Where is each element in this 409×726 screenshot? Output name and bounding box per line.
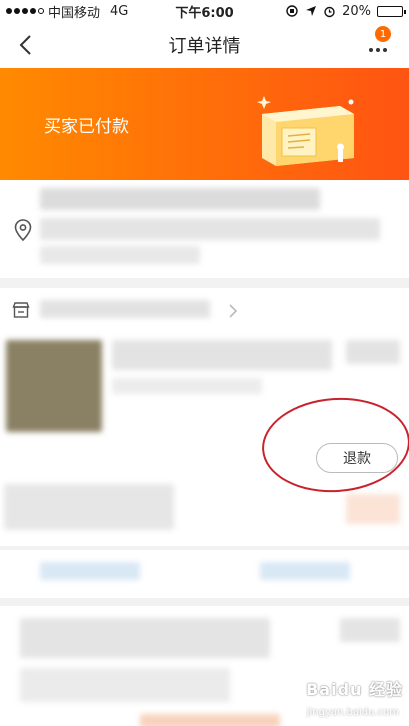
shop-icon	[12, 302, 30, 318]
action-bar-blurred	[140, 714, 280, 726]
carrier-name: 中国移动	[48, 5, 101, 21]
order-info-blurred	[20, 668, 230, 702]
product-price-blurred	[346, 340, 400, 364]
package-box-illustration	[257, 96, 354, 166]
watermark: Baidu 经验	[306, 680, 403, 699]
battery-percent: 20%	[342, 3, 371, 19]
order-info-blurred	[340, 618, 400, 642]
more-icon	[369, 48, 387, 52]
price-info-blurred	[40, 562, 140, 580]
product-spec-blurred	[112, 378, 262, 394]
service-info-blurred	[4, 484, 174, 530]
notification-badge: 1	[375, 26, 391, 42]
status-bar: 中国移动 4G 下午6:00 20%	[0, 0, 409, 22]
order-status-banner: 买家已付款	[0, 68, 409, 180]
shop-name-blurred	[40, 300, 210, 318]
alarm-icon	[324, 6, 335, 17]
location-icon	[14, 219, 32, 241]
address-line-blurred	[40, 246, 200, 264]
chevron-right-icon[interactable]	[228, 304, 238, 318]
nav-bar: 订单详情 1	[0, 22, 409, 68]
more-button[interactable]: 1	[361, 26, 395, 60]
order-status-text: 买家已付款	[44, 116, 129, 137]
price-info-blurred	[260, 562, 350, 580]
recipient-info-blurred	[40, 188, 320, 210]
back-button[interactable]	[10, 30, 40, 60]
address-line-blurred	[40, 218, 380, 240]
network-type: 4G	[110, 3, 129, 19]
price-info-strip	[0, 550, 409, 598]
signal-strength-icon	[6, 8, 44, 14]
back-icon	[19, 35, 31, 55]
order-info-blurred	[20, 618, 270, 658]
address-card[interactable]	[0, 180, 409, 278]
service-tag-blurred	[346, 494, 400, 524]
watermark-url: jingyan.baidu.com	[306, 707, 399, 718]
status-right-group: 20%	[285, 3, 406, 19]
orientation-lock-icon	[286, 5, 298, 17]
product-title-blurred	[112, 340, 332, 370]
product-image-blurred[interactable]	[6, 340, 102, 432]
battery-icon	[377, 5, 406, 17]
page-title: 订单详情	[168, 36, 241, 57]
location-arrow-icon	[306, 6, 317, 16]
